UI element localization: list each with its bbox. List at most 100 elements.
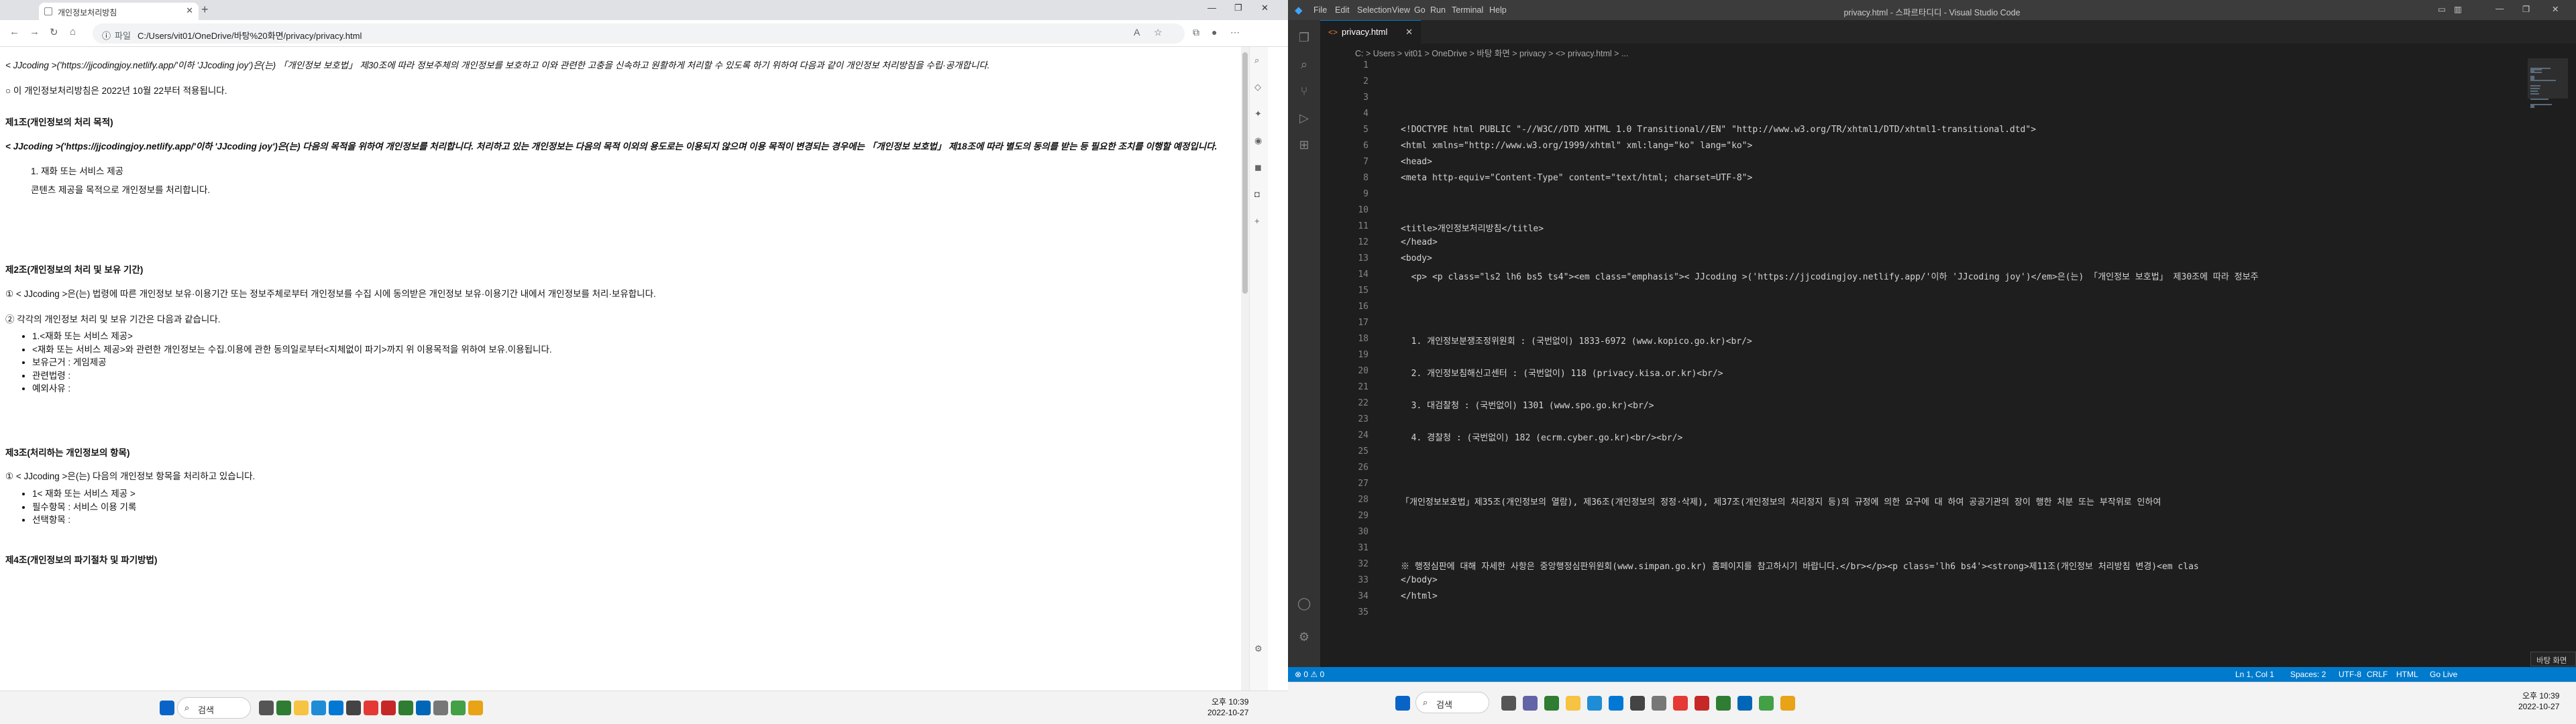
app-icon[interactable]	[346, 701, 361, 715]
outlook-icon[interactable]: ◘	[1254, 189, 1260, 199]
code-line[interactable]: <!DOCTYPE html PUBLIC "-//W3C//DTD XHTML…	[1401, 125, 2036, 135]
favorite-icon[interactable]: ☆	[1154, 27, 1163, 38]
code-editor[interactable]: 1 2 3 4 5 <!DOCTYPE html PUBLIC "-//W3C//DTD …	[1320, 58, 2528, 665]
explorer-icon[interactable]	[1566, 696, 1580, 711]
problems-indicator[interactable]: ⊗ 0 ⚠ 0	[1295, 670, 1324, 679]
explorer-icon[interactable]	[294, 701, 309, 715]
minimap[interactable]	[2528, 58, 2568, 665]
edge-icon[interactable]	[1609, 696, 1623, 711]
code-line[interactable]: <body>	[1401, 253, 1432, 263]
code-line[interactable]: <head>	[1401, 157, 1432, 167]
menu-edit[interactable]: Edit	[1335, 5, 1350, 15]
code-line[interactable]: <html xmlns="http://www.w3.org/1999/xhtm…	[1401, 141, 1752, 151]
task-view-icon[interactable]	[259, 701, 274, 715]
chrome-icon[interactable]	[1780, 696, 1795, 711]
taskbar-search[interactable]: ⌕ 검색	[177, 697, 251, 719]
menu-help[interactable]: Help	[1489, 5, 1507, 15]
app-icon[interactable]	[1652, 696, 1666, 711]
breadcrumb[interactable]: C: > Users > vit01 > OneDrive > 바탕 화면 > …	[1320, 44, 2576, 58]
games-icon[interactable]: ◉	[1254, 135, 1262, 146]
clock[interactable]: 오후 10:39 2022-10-27	[1208, 697, 1248, 718]
layout-icon[interactable]: ▭	[2438, 4, 2446, 14]
gear-icon[interactable]: ⚙	[1297, 630, 1311, 644]
edge-icon[interactable]	[1587, 696, 1602, 711]
forward-icon[interactable]: →	[30, 26, 40, 38]
back-icon[interactable]: ←	[9, 26, 19, 38]
tag-icon[interactable]: ◇	[1254, 82, 1261, 93]
maximize-icon[interactable]: ❐	[2522, 4, 2530, 14]
address-bar[interactable]: ⓘ 파일 C:/Users/vit01/OneDrive/바탕%20화면/priva…	[93, 23, 1185, 44]
profile-icon[interactable]: ●	[1212, 27, 1217, 38]
teams-icon[interactable]	[1523, 696, 1538, 711]
source-control-icon[interactable]: ⑂	[1297, 84, 1311, 98]
edge-icon[interactable]	[311, 701, 326, 715]
menu-selection[interactable]: Selection	[1357, 5, 1391, 15]
menu-run[interactable]: Run	[1430, 5, 1446, 15]
task-view-icon[interactable]	[1501, 696, 1516, 711]
indentation[interactable]: Spaces: 2	[2290, 670, 2326, 679]
close-icon[interactable]: ✕	[1405, 27, 1413, 38]
app-icon[interactable]	[1695, 696, 1709, 711]
go-live-button[interactable]: Go Live	[2430, 670, 2457, 679]
new-tab-icon[interactable]: +	[201, 3, 209, 17]
page-scrollbar[interactable]	[1241, 47, 1249, 690]
code-line[interactable]: </head>	[1401, 237, 1438, 247]
clock[interactable]: 오후 10:39 2022-10-27	[2518, 690, 2559, 712]
line-ending[interactable]: CRLF	[2367, 670, 2387, 679]
app-icon[interactable]	[1759, 696, 1774, 711]
naver-icon[interactable]	[1716, 696, 1731, 711]
minimize-icon[interactable]: —	[2496, 4, 2504, 13]
encoding[interactable]: UTF-8	[2339, 670, 2361, 679]
close-window-icon[interactable]: ✕	[1261, 3, 1269, 13]
code-line[interactable]: 1. 개인정보분쟁조정위원회 : (국번없이) 1833-6972 (www.k…	[1401, 334, 1752, 347]
code-line[interactable]: 「개인정보보호법」제35조(개인정보의 열람), 제36조(개인정보의 정정·삭…	[1401, 495, 2161, 507]
maximize-icon[interactable]: ❐	[1234, 3, 1242, 13]
editor-tab[interactable]: <> privacy.html ✕	[1320, 20, 1421, 44]
chrome-icon[interactable]	[468, 701, 483, 715]
menu-view[interactable]: View	[1392, 5, 1410, 15]
start-icon[interactable]	[160, 701, 174, 715]
code-line[interactable]: </html>	[1401, 591, 1438, 601]
menu-file[interactable]: File	[1313, 5, 1327, 15]
home-icon[interactable]: ⌂	[70, 26, 76, 38]
app-icon[interactable]	[433, 701, 448, 715]
search-icon[interactable]: ⌕	[1297, 58, 1311, 71]
code-line[interactable]: <title>개인정보처리방침</title>	[1401, 221, 1544, 234]
code-line[interactable]: 4. 경찰청 : (국번없이) 182 (ecrm.cyber.go.kr)<b…	[1401, 430, 1683, 443]
code-line[interactable]: 2. 개인정보침해신고센터 : (국번없이) 118 (privacy.kisa…	[1401, 366, 1723, 379]
scroll-thumb[interactable]	[1242, 52, 1248, 294]
account-icon[interactable]: ◯	[1297, 597, 1311, 610]
browser-tab[interactable]: 개인정보처리방침 ✕	[39, 3, 199, 20]
minimize-icon[interactable]: —	[1208, 3, 1216, 13]
app-icon[interactable]	[381, 701, 396, 715]
vscode-icon[interactable]	[1737, 696, 1752, 711]
app-icon[interactable]	[276, 701, 291, 715]
tools-icon[interactable]: ✦	[1254, 109, 1262, 119]
explorer-icon[interactable]: ❐	[1297, 31, 1311, 44]
layout-icon[interactable]: ▥	[2454, 4, 2462, 14]
edge-icon[interactable]	[329, 701, 343, 715]
language-mode[interactable]: HTML	[2396, 670, 2418, 679]
start-icon[interactable]	[1395, 696, 1410, 711]
search-icon[interactable]: ⌕	[1254, 55, 1259, 66]
youtube-icon[interactable]	[1673, 696, 1688, 711]
naver-icon[interactable]	[398, 701, 413, 715]
close-window-icon[interactable]: ✕	[2552, 4, 2559, 14]
menu-terminal[interactable]: Terminal	[1452, 5, 1483, 15]
settings-icon[interactable]: ⚙	[1254, 644, 1263, 654]
app-icon[interactable]	[1544, 696, 1559, 711]
vscode-icon[interactable]	[416, 701, 431, 715]
taskbar-search[interactable]: ⌕ 검색	[1415, 692, 1489, 713]
code-line[interactable]: </body>	[1401, 575, 1438, 585]
reload-icon[interactable]: ↻	[50, 26, 58, 38]
run-debug-icon[interactable]: ▷	[1297, 111, 1311, 125]
collections-icon[interactable]: ⧉	[1193, 27, 1199, 38]
code-line[interactable]: ※ 행정심판에 대해 자세한 사항은 중앙행정심판위원회(www.simpan.…	[1401, 559, 2199, 572]
read-aloud-icon[interactable]: A	[1134, 27, 1140, 38]
code-line[interactable]: <meta http-equiv="Content-Type" content=…	[1401, 173, 1752, 183]
app-icon[interactable]	[1630, 696, 1645, 711]
cursor-position[interactable]: Ln 1, Col 1	[2235, 670, 2274, 679]
code-line[interactable]: 3. 대검찰청 : (국번없이) 1301 (www.spo.go.kr)<br…	[1401, 398, 1654, 411]
close-icon[interactable]: ✕	[186, 5, 193, 16]
add-icon[interactable]: +	[1254, 216, 1260, 226]
